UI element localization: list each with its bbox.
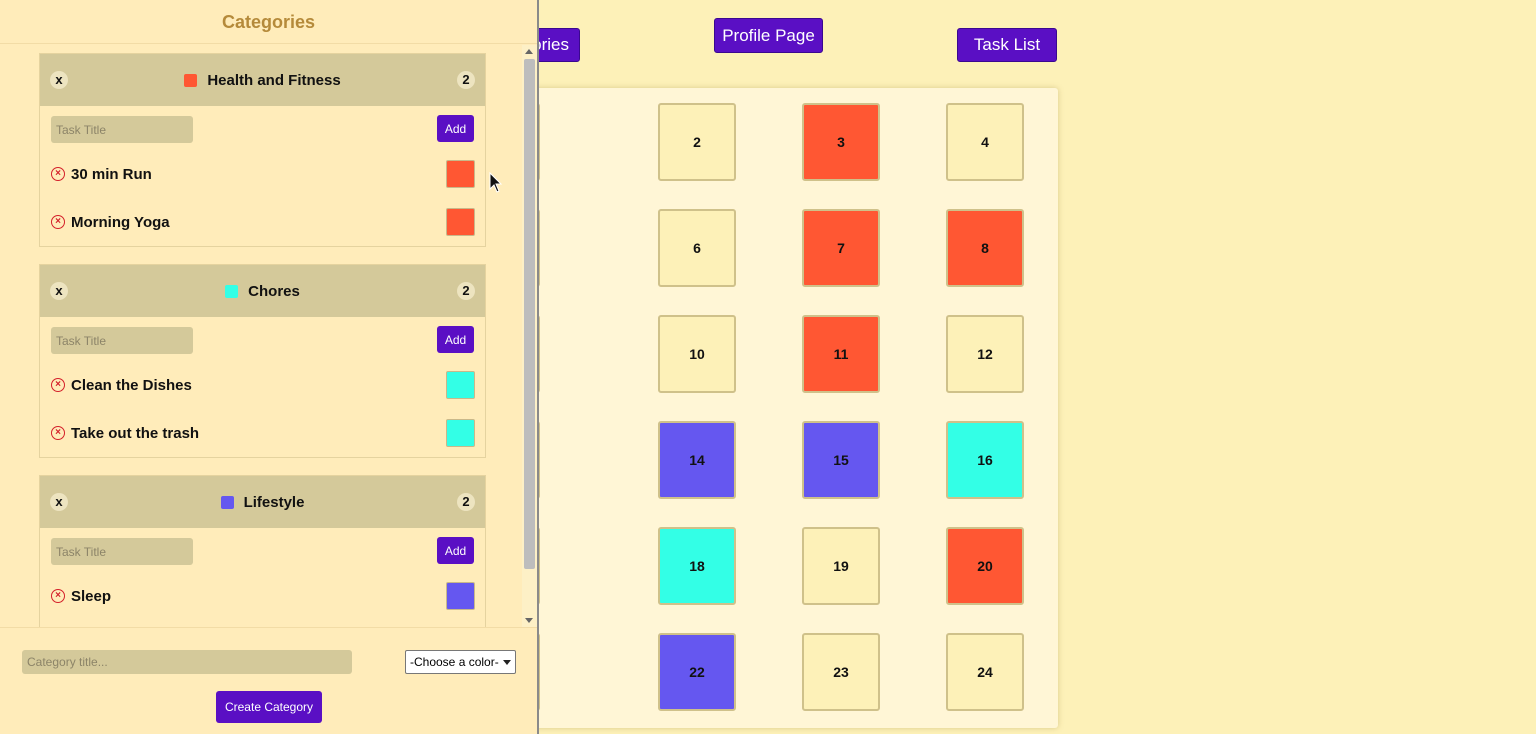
color-select[interactable]: -Choose a color-: [405, 650, 516, 674]
color-select-value: -Choose a color-: [410, 655, 499, 669]
categories-scrollbar[interactable]: [522, 45, 537, 627]
category-title-input[interactable]: [22, 650, 352, 674]
remove-task-icon[interactable]: ×: [51, 426, 65, 440]
day-cell[interactable]: 20: [946, 527, 1024, 605]
task-row: × Clean the Dishes: [51, 370, 475, 400]
task-name: 30 min Run: [71, 165, 152, 183]
scroll-up-icon[interactable]: [525, 49, 533, 54]
category-card: x Health and Fitness 2 Add × 30 min Run …: [39, 53, 486, 247]
day-cell[interactable]: 8: [946, 209, 1024, 287]
task-name: Clean the Dishes: [71, 376, 192, 394]
chevron-down-icon: [503, 659, 511, 665]
category-card: x Chores 2 Add × Clean the Dishes × Take…: [39, 264, 486, 458]
category-card: x Lifestyle 2 Add × Sleep: [39, 475, 486, 627]
day-cell[interactable]: 7: [802, 209, 880, 287]
categories-panel: Categories x Health and Fitness 2 Add × …: [0, 0, 539, 734]
day-cell[interactable]: 2: [658, 103, 736, 181]
profile-page-button[interactable]: Profile Page: [714, 18, 823, 53]
category-name: Chores: [248, 282, 300, 300]
category-color-swatch: [225, 284, 239, 298]
task-color-swatch[interactable]: [446, 208, 475, 236]
panel-title: Categories: [0, 0, 537, 44]
category-name: Lifestyle: [243, 493, 305, 511]
add-task-button[interactable]: Add: [437, 537, 474, 564]
day-cell[interactable]: 4: [946, 103, 1024, 181]
day-cell[interactable]: 11: [802, 315, 880, 393]
day-cell[interactable]: 24: [946, 633, 1024, 711]
day-cell[interactable]: 15: [802, 421, 880, 499]
task-color-swatch[interactable]: [446, 419, 475, 447]
day-cell[interactable]: 6: [658, 209, 736, 287]
day-cell[interactable]: 12: [946, 315, 1024, 393]
task-color-swatch[interactable]: [446, 160, 475, 188]
remove-task-icon[interactable]: ×: [51, 167, 65, 181]
category-title: Lifestyle: [40, 476, 485, 528]
category-title: Chores: [40, 265, 485, 317]
task-list-button[interactable]: Task List: [957, 28, 1057, 62]
category-name: Health and Fitness: [207, 71, 341, 89]
scroll-down-icon[interactable]: [525, 618, 533, 623]
remove-task-icon[interactable]: ×: [51, 378, 65, 392]
day-cell[interactable]: 18: [658, 527, 736, 605]
task-title-input[interactable]: [51, 116, 193, 143]
task-title-input[interactable]: [51, 327, 193, 354]
task-color-swatch[interactable]: [446, 582, 475, 610]
day-cell[interactable]: 19: [802, 527, 880, 605]
day-cell[interactable]: 14: [658, 421, 736, 499]
remove-task-icon[interactable]: ×: [51, 589, 65, 603]
task-name: Sleep: [71, 587, 112, 605]
mouse-cursor-icon: [489, 172, 503, 193]
category-task-count: 2: [457, 282, 475, 300]
task-row: × Morning Yoga: [51, 207, 475, 237]
create-category-form: -Choose a color- Create Category: [0, 627, 537, 734]
category-header: x Chores 2: [40, 265, 485, 317]
day-cell[interactable]: 10: [658, 315, 736, 393]
task-color-swatch[interactable]: [446, 371, 475, 399]
task-row: × Take out the trash: [51, 418, 475, 448]
task-name: Take out the trash: [71, 424, 200, 442]
create-category-button[interactable]: Create Category: [216, 691, 322, 723]
day-cell[interactable]: 22: [658, 633, 736, 711]
category-color-swatch: [220, 495, 234, 509]
task-row: × Sleep: [51, 581, 475, 611]
day-cell[interactable]: 23: [802, 633, 880, 711]
add-task-button[interactable]: Add: [437, 115, 474, 142]
task-name: Morning Yoga: [71, 213, 170, 231]
category-title: Health and Fitness: [40, 54, 485, 106]
add-task-button[interactable]: Add: [437, 326, 474, 353]
category-task-count: 2: [457, 71, 475, 89]
day-cell[interactable]: 16: [946, 421, 1024, 499]
category-header: x Lifestyle 2: [40, 476, 485, 528]
task-title-input[interactable]: [51, 538, 193, 565]
scroll-thumb[interactable]: [524, 59, 535, 569]
category-color-swatch: [184, 73, 198, 87]
day-grid-board: 123456789101112131415161718192021222324: [462, 88, 1058, 728]
category-header: x Health and Fitness 2: [40, 54, 485, 106]
remove-task-icon[interactable]: ×: [51, 215, 65, 229]
categories-list[interactable]: x Health and Fitness 2 Add × 30 min Run …: [0, 45, 522, 627]
task-row: × 30 min Run: [51, 159, 475, 189]
category-task-count: 2: [457, 493, 475, 511]
day-cell[interactable]: 3: [802, 103, 880, 181]
